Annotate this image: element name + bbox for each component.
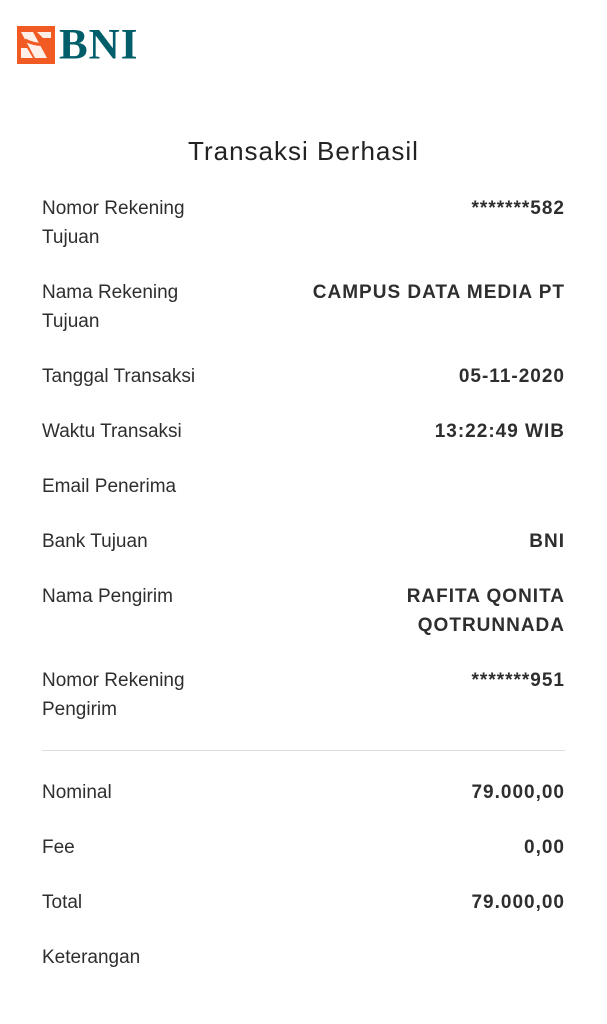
summary-row-nominal: Nominal 79.000,00 xyxy=(42,778,565,807)
detail-value: *******951 xyxy=(471,670,565,691)
detail-label: Nomor Rekening Pengirim xyxy=(42,670,185,720)
detail-row-transaction-date: Tanggal Transaksi 05-11-2020 xyxy=(42,362,565,391)
detail-value: 05-11-2020 xyxy=(458,366,565,387)
detail-value: *******582 xyxy=(471,198,565,219)
summary-value: 79.000,00 xyxy=(471,892,565,913)
summary-row-description: Keterangan xyxy=(42,943,565,972)
detail-row-sender-name: Nama Pengirim RAFITA QONITA QOTRUNNADA xyxy=(42,582,565,640)
detail-value: CAMPUS DATA MEDIA PT xyxy=(312,282,565,303)
detail-label: Nama Rekening Tujuan xyxy=(42,282,179,332)
detail-row-account-number-sender: Nomor Rekening Pengirim *******951 xyxy=(42,666,565,724)
detail-label: Bank Tujuan xyxy=(42,531,148,552)
detail-label: Nomor Rekening Tujuan xyxy=(42,198,185,248)
detail-row-account-number-destination: Nomor Rekening Tujuan *******582 xyxy=(42,194,565,252)
bni-logo-text: BNI xyxy=(59,20,139,69)
detail-row-transaction-time: Waktu Transaksi 13:22:49 WIB xyxy=(42,417,565,446)
summary-label: Total xyxy=(42,892,83,913)
bni-logo: BNI xyxy=(17,20,139,69)
detail-value: RAFITA QONITA QOTRUNNADA xyxy=(406,586,565,636)
detail-value: 13:22:49 WIB xyxy=(434,421,565,442)
detail-row-recipient-email: Email Penerima xyxy=(42,472,565,501)
summary-row-fee: Fee 0,00 xyxy=(42,833,565,862)
detail-row-destination-bank: Bank Tujuan BNI xyxy=(42,527,565,556)
detail-label: Email Penerima xyxy=(42,476,177,497)
page-title: Transaksi Berhasil xyxy=(188,136,419,166)
summary-label: Nominal xyxy=(42,782,112,803)
divider xyxy=(42,750,565,751)
summary-row-total: Total 79.000,00 xyxy=(42,888,565,917)
detail-label: Tanggal Transaksi xyxy=(42,366,196,387)
bni-wave-icon xyxy=(17,26,55,64)
summary-label: Keterangan xyxy=(42,947,141,968)
detail-value: BNI xyxy=(529,531,565,552)
detail-label: Nama Pengirim xyxy=(42,586,173,607)
detail-row-account-name-destination: Nama Rekening Tujuan CAMPUS DATA MEDIA P… xyxy=(42,278,565,336)
summary-value: 0,00 xyxy=(524,837,565,858)
summary-label: Fee xyxy=(42,837,75,858)
detail-label: Waktu Transaksi xyxy=(42,421,182,442)
summary-value: 79.000,00 xyxy=(471,782,565,803)
